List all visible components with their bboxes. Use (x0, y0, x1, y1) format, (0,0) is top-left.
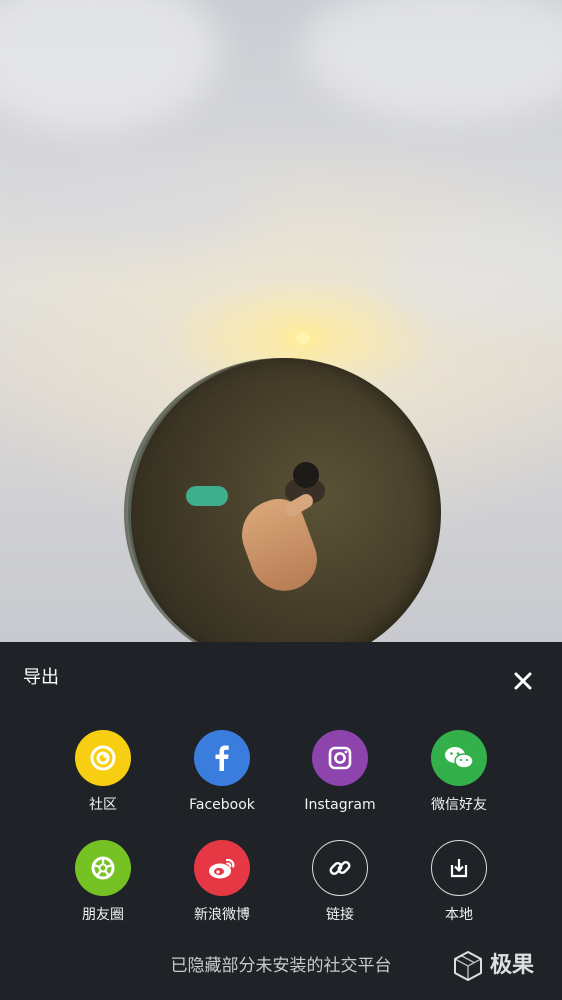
share-instagram[interactable]: Instagram (285, 730, 395, 815)
close-icon (514, 672, 532, 690)
facebook-icon (194, 730, 250, 786)
share-label: 微信好友 (431, 797, 487, 813)
wechat-icon (431, 730, 487, 786)
share-label: Instagram (304, 797, 376, 813)
community-icon (75, 730, 131, 786)
share-label: 链接 (326, 907, 354, 923)
share-label: Facebook (189, 797, 255, 813)
watermark-logo-icon (454, 950, 482, 982)
sky-cloud (380, 220, 562, 330)
sky-cloud (0, 0, 220, 130)
share-local[interactable]: 本地 (404, 840, 514, 925)
link-icon (312, 840, 368, 896)
close-button[interactable] (508, 666, 538, 696)
watermark: 极果 (452, 946, 552, 986)
share-label: 新浪微博 (194, 907, 250, 923)
share-link[interactable]: 链接 (285, 840, 395, 925)
green-object (186, 486, 228, 506)
sky-cloud (300, 0, 562, 120)
photo-preview (0, 0, 562, 642)
share-weibo[interactable]: 新浪微博 (167, 840, 277, 925)
share-moments[interactable]: 朋友圈 (48, 840, 158, 925)
share-label: 本地 (445, 907, 473, 923)
share-label: 朋友圈 (82, 907, 124, 923)
instagram-icon (312, 730, 368, 786)
sun (296, 332, 310, 344)
sheet-title: 导出 (23, 667, 59, 688)
share-wechat-friends[interactable]: 微信好友 (404, 730, 514, 815)
export-sheet: 导出 社区 Facebook Instagram 微信好友 朋友圈 新浪微博 链… (0, 642, 562, 1000)
person-head (293, 462, 319, 488)
sky-cloud (40, 160, 260, 250)
watermark-text: 极果 (490, 953, 535, 978)
weibo-icon (194, 840, 250, 896)
share-community[interactable]: 社区 (48, 730, 158, 815)
moments-icon (75, 840, 131, 896)
share-label: 社区 (89, 797, 117, 813)
download-icon (431, 840, 487, 896)
share-facebook[interactable]: Facebook (167, 730, 277, 815)
